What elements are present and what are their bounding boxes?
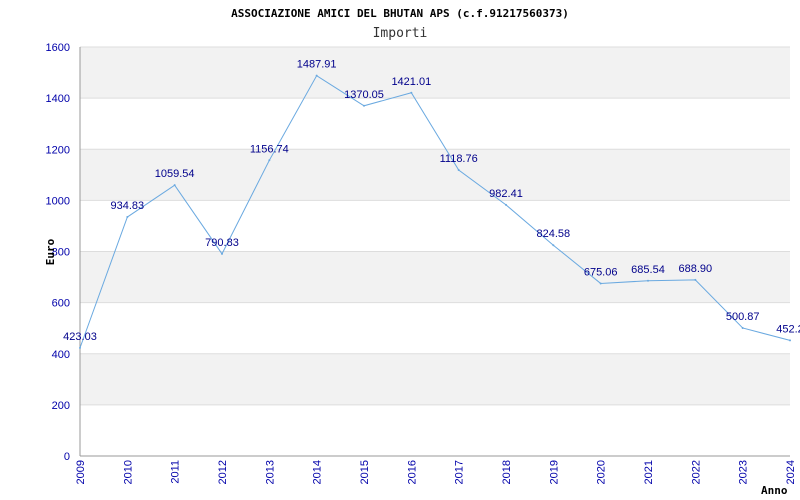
line-chart: 02004006008001000120014001600 2009 2010 20… xyxy=(44,7,800,497)
x-tick-label: 2022 xyxy=(690,460,702,484)
data-label: 934.83 xyxy=(111,200,145,212)
y-tick-label: 0 xyxy=(64,451,70,463)
x-tick-label: 2021 xyxy=(643,460,655,484)
y-tick-label: 1600 xyxy=(46,42,70,54)
data-point xyxy=(647,279,649,282)
grid-band xyxy=(80,251,790,303)
data-point xyxy=(599,282,602,285)
data-label: 1421.01 xyxy=(391,76,431,88)
x-tick-label: 2024 xyxy=(785,460,797,484)
series-group xyxy=(79,74,791,349)
y-tick-label: 1200 xyxy=(46,144,70,156)
y-tick-label: 400 xyxy=(52,349,70,361)
x-tick-label: 2019 xyxy=(548,460,560,484)
data-point xyxy=(173,184,176,187)
y-tick-label: 200 xyxy=(52,400,70,412)
data-point xyxy=(126,216,129,219)
data-point xyxy=(79,346,81,349)
data-label: 500.87 xyxy=(726,311,760,323)
y-tick-label: 1400 xyxy=(46,93,70,105)
data-label: 824.58 xyxy=(537,228,571,240)
data-label: 1370.05 xyxy=(344,89,384,101)
data-point xyxy=(552,244,555,247)
plot-background-bands xyxy=(80,47,790,405)
data-label: 1059.54 xyxy=(155,168,195,180)
x-tick-label: 2023 xyxy=(738,460,750,484)
x-axis-title: Anno xyxy=(761,484,788,497)
data-label: 688.90 xyxy=(679,263,713,275)
y-tick-label: 1000 xyxy=(46,195,70,207)
data-label: 1487.91 xyxy=(297,59,337,71)
data-point xyxy=(268,159,271,162)
data-point xyxy=(741,326,744,329)
x-tick-label: 2010 xyxy=(122,460,134,484)
x-tick-label: 2017 xyxy=(454,460,466,484)
x-tick-label: 2020 xyxy=(596,460,608,484)
chart-subtitle: Importi xyxy=(373,26,428,41)
data-point xyxy=(789,339,791,342)
data-label: 452.2 xyxy=(776,323,800,335)
y-tick-label: 600 xyxy=(52,298,70,310)
data-label: 675.06 xyxy=(584,266,618,278)
data-point xyxy=(457,169,460,172)
x-tick-label: 2018 xyxy=(501,460,513,484)
x-tick-label: 2013 xyxy=(264,460,276,484)
x-tick-label: 2014 xyxy=(312,460,324,484)
data-label: 1118.76 xyxy=(440,153,478,165)
data-label: 790.83 xyxy=(205,237,239,249)
chart-title: ASSOCIAZIONE AMICI DEL BHUTAN APS (c.f.9… xyxy=(231,7,569,20)
data-point xyxy=(363,104,365,107)
x-tick-labels: 2009 2010 2011 2012 2013 2014 2015 2016 2017 2018… xyxy=(75,460,797,484)
data-point xyxy=(410,91,413,94)
series-line xyxy=(79,74,791,349)
x-tick-label: 2015 xyxy=(359,460,371,484)
x-tick-label: 2016 xyxy=(406,460,418,484)
x-tick-label: 2011 xyxy=(170,460,182,484)
data-label: 982.41 xyxy=(489,188,523,200)
x-tick-label: 2009 xyxy=(75,460,87,484)
grid-band xyxy=(80,353,790,405)
y-axis-title: Euro xyxy=(44,238,57,265)
data-label: 1156.74 xyxy=(250,143,289,155)
data-label: 685.54 xyxy=(631,264,665,276)
data-point xyxy=(315,74,318,77)
data-label: 423.03 xyxy=(63,331,97,343)
data-point xyxy=(694,278,697,281)
data-point xyxy=(505,203,507,206)
x-tick-label: 2012 xyxy=(217,460,229,484)
data-point xyxy=(221,252,223,255)
grid-band xyxy=(80,47,790,99)
